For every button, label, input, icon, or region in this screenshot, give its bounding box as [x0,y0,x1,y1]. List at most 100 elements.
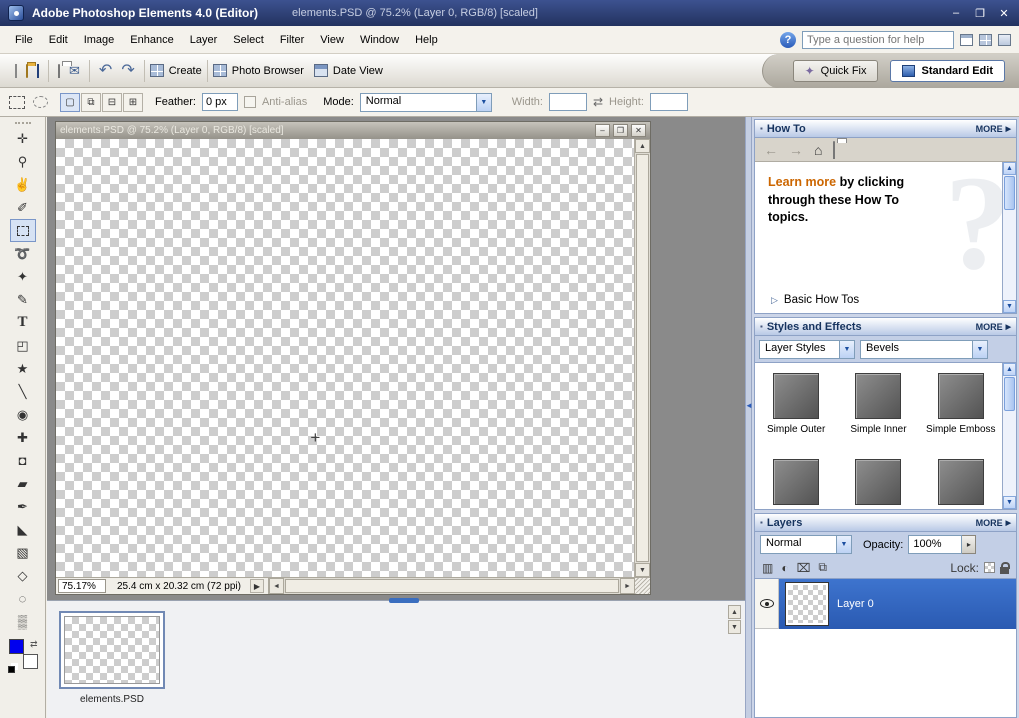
vertical-scrollbar[interactable]: ▲ ▼ [635,139,650,577]
create-button[interactable]: Create [145,61,207,80]
scroll-up-icon[interactable]: ▲ [1003,363,1016,376]
menu-image[interactable]: Image [77,30,122,50]
adjustment-layer-icon[interactable]: ◐ [781,561,788,575]
save-button[interactable] [37,65,39,77]
how-to-more-button[interactable]: MORE ▶ [976,124,1011,134]
opacity-field[interactable]: 100% [908,535,962,554]
scroll-thumb[interactable] [285,579,619,593]
photo-bin-splitter-handle[interactable] [389,598,419,603]
menu-layer[interactable]: Layer [183,30,225,50]
scroll-down-icon[interactable]: ▼ [635,563,650,577]
undo-button[interactable]: ↶ [99,63,112,79]
layer-row-layer-0[interactable]: Layer 0 [755,579,1016,629]
maximize-button[interactable]: ❐ [973,7,987,20]
scroll-track[interactable] [1003,211,1016,300]
resize-grip[interactable] [635,578,650,594]
shape-tool[interactable]: ◇ [10,564,36,587]
palette-bin-toggle-icon[interactable] [998,34,1011,46]
menu-help[interactable]: Help [408,30,445,50]
style-item[interactable] [920,449,1002,509]
scroll-left-icon[interactable]: ◄ [269,578,284,594]
scroll-up-icon[interactable]: ▲ [728,605,741,619]
new-layer-icon[interactable]: ▥ [762,561,773,575]
lock-all-icon[interactable] [1000,567,1009,574]
crop-tool[interactable]: ◰ [10,334,36,357]
swap-dimensions-icon[interactable]: ⇄ [593,95,603,109]
how-to-header[interactable]: ▪ How To MORE ▶ [755,120,1016,138]
email-button[interactable]: ✉ [69,64,80,78]
height-input[interactable] [650,93,688,111]
scroll-up-icon[interactable]: ▲ [635,139,650,153]
basic-how-tos-link[interactable]: ▷ Basic How Tos [771,294,859,306]
menu-filter[interactable]: Filter [273,30,311,50]
close-button[interactable]: ✕ [997,7,1011,20]
lasso-tool[interactable]: ➰ [10,242,36,265]
brush-tool[interactable]: ✒ [10,495,36,518]
photo-bin-thumbnail[interactable] [59,611,165,689]
cookie-cutter-tool[interactable]: ★ [10,357,36,380]
standard-edit-button[interactable]: Standard Edit [890,60,1005,82]
style-item[interactable] [837,449,919,509]
photo-bin-scrollbar[interactable]: ▲ ▼ [728,605,741,634]
canvas[interactable]: + [56,139,635,577]
menu-select[interactable]: Select [226,30,271,50]
menu-window[interactable]: Window [353,30,406,50]
hand-tool[interactable]: ✌ [10,173,36,196]
background-color-swatch[interactable] [23,654,38,669]
new-file-button[interactable] [15,65,17,77]
style-item-simple-emboss[interactable]: Simple Emboss [920,363,1002,449]
tile-windows-icon[interactable] [979,34,992,46]
style-item[interactable] [755,449,837,509]
redo-button[interactable]: ↷ [121,63,134,79]
anti-alias-checkbox[interactable] [244,96,256,108]
styles-scrollbar[interactable]: ▲ ▼ [1002,363,1016,509]
menu-file[interactable]: File [8,30,40,50]
feather-input[interactable] [202,93,238,111]
width-input[interactable] [549,93,587,111]
help-icon[interactable]: ? [780,32,796,48]
eyedropper-tool[interactable]: ✐ [10,196,36,219]
styles-more-button[interactable]: MORE ▶ [976,322,1011,332]
lock-transparency-icon[interactable] [984,562,995,573]
type-tool[interactable]: T [10,311,36,334]
zoom-level-field[interactable]: 75.17% [58,579,106,593]
styles-header[interactable]: ▪ Styles and Effects MORE ▶ [755,318,1016,336]
doc-minimize-button[interactable]: – [595,124,610,137]
rectangular-marquee-tool[interactable] [10,219,36,242]
visibility-cell[interactable] [755,579,779,629]
status-menu-icon[interactable]: ▶ [250,579,264,593]
scroll-track[interactable] [1003,412,1016,496]
zoom-tool[interactable]: ⚲ [10,150,36,173]
style-category-dropdown[interactable]: Layer Styles ▼ [759,340,855,359]
menu-enhance[interactable]: Enhance [123,30,180,50]
doc-maximize-button[interactable]: ❐ [613,124,628,137]
quick-fix-button[interactable]: ✦ Quick Fix [793,60,879,82]
layers-header[interactable]: ▪ Layers MORE ▶ [755,514,1016,532]
home-icon[interactable]: ⌂ [814,142,822,158]
style-item-simple-inner[interactable]: Simple Inner [837,363,919,449]
scroll-thumb[interactable] [1004,377,1015,411]
forward-icon[interactable]: → [789,142,803,158]
new-selection-button[interactable]: ▢ [60,93,80,112]
layers-more-button[interactable]: MORE ▶ [976,518,1011,528]
sponge-tool[interactable]: ▒ [10,610,36,633]
intersect-selection-button[interactable]: ⊞ [123,93,143,112]
print-button[interactable] [58,65,60,77]
subtract-from-selection-button[interactable]: ⊟ [102,93,122,112]
scroll-up-icon[interactable]: ▲ [1003,162,1016,175]
document-title-bar[interactable]: elements.PSD @ 75.2% (Layer 0, RGB/8) [s… [56,122,650,139]
paint-bucket-tool[interactable]: ◣ [10,518,36,541]
window-layout-icon[interactable] [960,34,973,46]
move-tool[interactable]: ✛ [10,127,36,150]
blur-tool[interactable]: ◌ [10,587,36,610]
healing-brush-tool[interactable]: ✚ [10,426,36,449]
delete-layer-icon[interactable]: ⌧ [797,561,811,575]
foreground-color-swatch[interactable] [9,639,24,654]
straighten-tool[interactable]: ╲ [10,380,36,403]
scroll-thumb[interactable] [1004,176,1015,210]
red-eye-removal-tool[interactable]: ◉ [10,403,36,426]
print-topic-button[interactable] [833,142,835,158]
link-layers-icon[interactable]: ⧉ [818,560,827,575]
photo-browser-button[interactable]: Photo Browser [208,61,309,80]
magic-wand-tool[interactable]: ✦ [10,265,36,288]
